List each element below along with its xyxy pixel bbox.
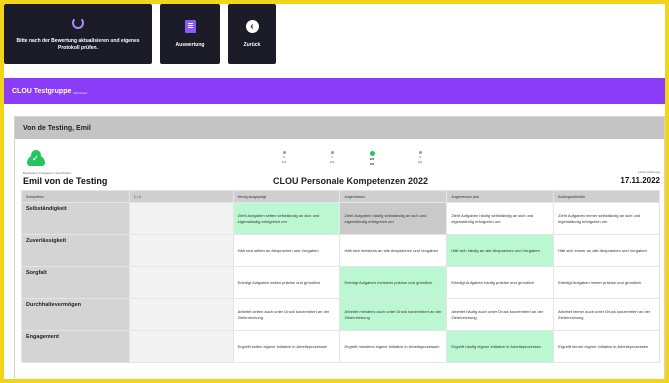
criterion-label: Engagement (21, 330, 130, 363)
group-header: CLOU Testgruppe Mitarbeiter (4, 78, 665, 104)
column-header: Angemessen (339, 190, 448, 203)
table-row: Sorgfalt Erledigt Aufgaben selten präzis… (21, 266, 660, 299)
note-cell[interactable] (128, 330, 234, 363)
note-cell[interactable] (128, 298, 234, 331)
refresh-button[interactable]: Bitte nach der Bewertung aktualisieren u… (4, 4, 152, 64)
back-icon: ‹ (245, 20, 259, 34)
rating-cell[interactable]: Erledigt Aufgaben meistens präzise und g… (339, 266, 448, 299)
scale-step-3[interactable]: 2/4 3/4 (365, 151, 379, 167)
back-button[interactable]: ‹ Zurück (228, 4, 276, 64)
scale-bottom: 1/4 (281, 160, 287, 164)
document-title: CLOU Personale Kompetenzen 2022 (273, 176, 429, 186)
table-row: Zuverlässigkeit Hält sich selten an Absp… (21, 234, 660, 267)
rating-cell[interactable]: Hält sich häufig an alle Absprachen und … (446, 234, 555, 267)
rating-cell[interactable]: Zieht Aufgaben häufig selbständig an sic… (446, 202, 555, 235)
note-cell[interactable] (128, 202, 234, 235)
person-name: Emil von de Testing (23, 176, 108, 186)
scale-dot-icon (282, 151, 286, 154)
scale-dot-icon (330, 151, 334, 154)
status-text: Bearbeitet | Freigeben | Verschoben (23, 171, 71, 175)
panel-title: Von de Testing, Emil (15, 117, 664, 139)
table-header-row: Kompetenz 1 / 4 Wenig ausgeprägt Angemes… (21, 190, 660, 203)
scale-dot-icon (418, 151, 422, 154)
back-button-label: Zurück (243, 41, 261, 48)
rating-cell[interactable]: Erledigt Aufgaben selten präzise und grü… (232, 266, 341, 299)
table-row: Engagement Ergreift selten eigene Initia… (21, 330, 660, 363)
column-header: Angemessen plus (446, 190, 555, 203)
scale-top: 2/4 (369, 157, 375, 161)
column-header: Außergewöhnlich (553, 190, 660, 203)
group-subtitle: Mitarbeiter (73, 90, 88, 95)
rating-cell[interactable]: Arbeitet meistens auch unter Druck konze… (339, 298, 448, 331)
rating-cell[interactable]: Zieht Aufgaben immer selbständig an sich… (553, 202, 660, 235)
rating-cell[interactable]: Arbeitet immer auch unter Druck konzentr… (553, 298, 660, 331)
scale-step-2[interactable]: 1 2/4 (325, 151, 339, 165)
column-header: Wenig ausgeprägt (232, 190, 341, 203)
evaluation-panel: Von de Testing, Emil Bearbeitet | Freige… (14, 116, 665, 379)
table-row: Selbständigkeit Zieht Aufgaben selten se… (21, 202, 660, 235)
rating-cell[interactable]: Ergreift immer eigene Initiative in Arbe… (553, 330, 660, 363)
rating-cell[interactable]: Ergreift häufig eigene Initiative in Arb… (446, 330, 555, 363)
rating-cell[interactable]: Zieht Aufgaben häufig selbständig an sic… (339, 202, 448, 235)
rating-cell[interactable]: Ergreift selten eigene Initiative in Arb… (232, 330, 341, 363)
rating-cell[interactable]: Ergreift meistens eigene Initiative in A… (339, 330, 448, 363)
scale-step-4[interactable]: 3 4/4 (413, 151, 427, 165)
cloud-check-icon (27, 150, 45, 166)
scale-dot-icon (369, 151, 375, 156)
rating-cell[interactable]: Erledigt Aufgaben immer präzise und grün… (553, 266, 660, 299)
scale-top: 1 (331, 155, 333, 159)
rating-cell[interactable]: Hält sich selten an Absprachen und Vorga… (232, 234, 341, 267)
rating-cell[interactable]: Arbeitet häufig auch unter Druck konzent… (446, 298, 555, 331)
rating-cell[interactable]: Hält sich meistens an alle Absprachen un… (339, 234, 448, 267)
document-icon (183, 20, 197, 34)
note-cell[interactable] (128, 266, 234, 299)
scale-bottom: 3/4 (369, 162, 375, 166)
date-label: Letzte Änderung (637, 170, 660, 174)
toolbar: Bitte nach der Bewertung aktualisieren u… (4, 4, 276, 66)
refresh-button-label: Bitte nach der Bewertung aktualisieren u… (16, 38, 140, 51)
evaluation-button-label: Auswertung (175, 41, 205, 48)
scale-top: 0 (283, 155, 285, 159)
rating-cell[interactable]: Erledigt Aufgaben häufig präzise und grü… (446, 266, 555, 299)
column-header: 1 / 4 (128, 190, 234, 203)
refresh-icon (71, 16, 85, 30)
competency-table: Kompetenz 1 / 4 Wenig ausgeprägt Angemes… (21, 190, 660, 363)
app-frame: Bitte nach der Bewertung aktualisieren u… (4, 4, 665, 379)
scale-step-1[interactable]: 0 1/4 (277, 151, 291, 165)
scale-top: 3 (419, 155, 421, 159)
scale-bottom: 4/4 (417, 160, 423, 164)
group-title: CLOU Testgruppe (12, 87, 72, 95)
rating-cell[interactable]: Hält sich immer an alle Absprachen und V… (553, 234, 660, 267)
rating-cell[interactable]: Zieht Aufgaben selten selbständig an sic… (232, 202, 341, 235)
note-cell[interactable] (128, 234, 234, 267)
criterion-label: Zuverlässigkeit (21, 234, 130, 267)
column-header: Kompetenz (21, 190, 130, 203)
scale-bottom: 2/4 (329, 160, 335, 164)
criterion-label: Sorgfalt (21, 266, 130, 299)
criterion-label: Durchhaltevermögen (21, 298, 130, 331)
criterion-label: Selbständigkeit (21, 202, 130, 235)
rating-cell[interactable]: Arbeitet selten auch unter Druck konzent… (232, 298, 341, 331)
evaluation-button[interactable]: Auswertung (160, 4, 220, 64)
table-row: Durchhaltevermögen Arbeitet selten auch … (21, 298, 660, 331)
date-value: 17.11.2022 (620, 176, 660, 185)
